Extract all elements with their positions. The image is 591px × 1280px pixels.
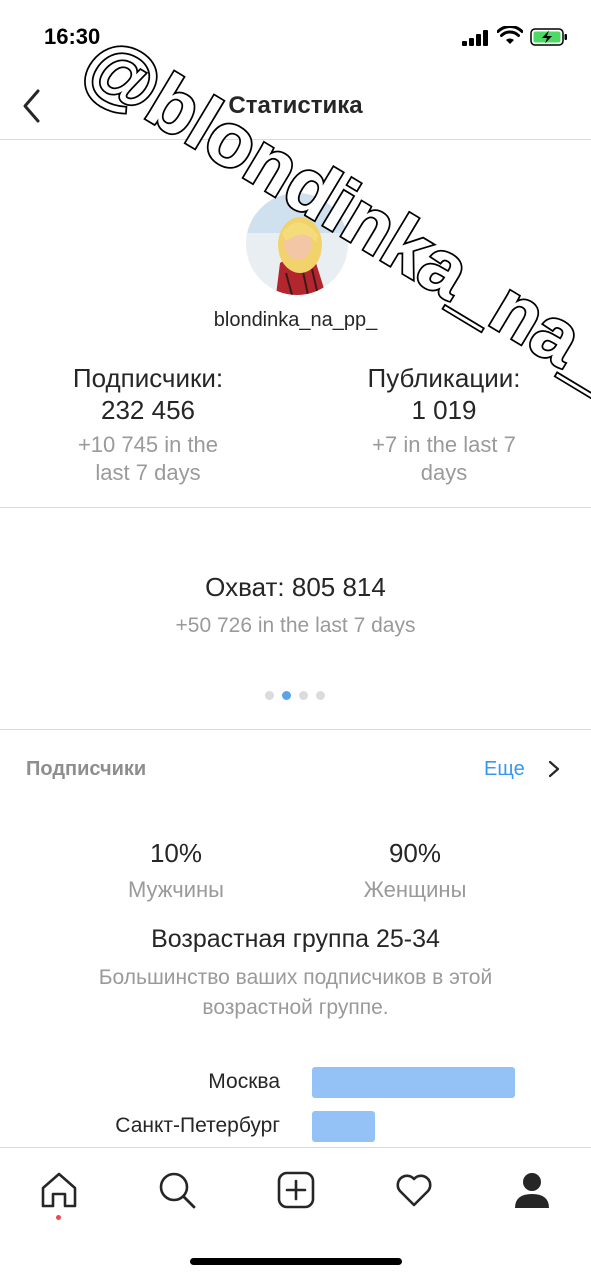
women-label: Женщины: [363, 877, 467, 902]
city-bar: [312, 1111, 375, 1142]
posts-label: Публикации:: [367, 363, 521, 393]
followers-delta: +10 745 in the last 7 days: [77, 432, 219, 485]
followers-insights: Подписчики Еще 10% Мужчины 90% Женщины В…: [0, 731, 591, 1147]
reach-delta: +50 726 in the last 7 days: [175, 614, 416, 637]
status-time: 16:30: [44, 24, 101, 49]
posts-stat: Публикации: 1 019 +7 in the last 7 days: [296, 363, 591, 487]
followers-count: 232 456: [101, 395, 195, 425]
new-post-icon[interactable]: [276, 1170, 316, 1210]
page-dot: [265, 691, 274, 700]
activity-heart-icon[interactable]: [394, 1170, 434, 1210]
notification-dot: [56, 1215, 61, 1220]
profile-summary: blondinka_na_pp_ Подписчики: 232 456 +10…: [0, 141, 591, 508]
city-label: Москва: [208, 1070, 280, 1093]
age-group-description: Большинство ваших подписчиков в этой воз…: [98, 966, 493, 1019]
section-title: Подписчики: [26, 758, 147, 780]
battery-charging-icon: [530, 28, 567, 46]
gender-men: 10% Мужчины: [76, 837, 276, 905]
page-dot: [282, 691, 291, 700]
city-row: Москва: [0, 1067, 591, 1099]
page-dot: [299, 691, 308, 700]
followers-stat: Подписчики: 232 456 +10 745 in the last …: [0, 363, 296, 487]
city-bar: [312, 1067, 515, 1098]
page-indicator: [265, 687, 333, 700]
reach-value: Охват: 805 814: [205, 572, 386, 602]
status-bar: 16:30: [0, 0, 591, 70]
page-title: Статистика: [228, 92, 363, 119]
home-icon[interactable]: [39, 1170, 79, 1210]
city-row: Санкт-Петербург: [0, 1111, 591, 1143]
reach-carousel[interactable]: Охват: 805 814 +50 726 in the last 7 day…: [0, 508, 591, 730]
posts-count: 1 019: [411, 395, 477, 425]
page-dot: [316, 691, 325, 700]
followers-label: Подписчики:: [72, 363, 224, 393]
gender-women: 90% Женщины: [315, 837, 515, 905]
wifi-icon: [497, 26, 523, 44]
men-label: Мужчины: [127, 877, 224, 902]
city-label: Санкт-Петербург: [115, 1114, 280, 1137]
posts-delta: +7 in the last 7 days: [372, 432, 516, 485]
profile-icon[interactable]: [512, 1170, 552, 1210]
women-percent: 90%: [388, 838, 442, 868]
search-icon[interactable]: [157, 1170, 197, 1210]
home-indicator: [190, 1258, 402, 1265]
men-percent: 10%: [149, 838, 203, 868]
more-link[interactable]: Еще: [484, 758, 525, 781]
profile-username: blondinka_na_pp_: [213, 309, 378, 331]
navigation-bar: Статистика: [0, 70, 591, 140]
chevron-right-icon[interactable]: [546, 757, 562, 781]
cellular-signal-icon: [462, 30, 490, 46]
avatar[interactable]: [246, 193, 348, 295]
age-group-title: Возрастная группа 25-34: [151, 925, 440, 953]
